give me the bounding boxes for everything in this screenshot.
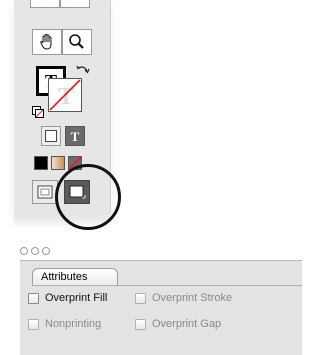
overprint-gap-label: Overprint Gap [152,318,222,330]
overprint-fill-label: Overprint Fill [45,292,108,304]
panel-body: Attributes Overprint Fill Overprint Stro… [20,260,302,355]
checkbox-box[interactable] [28,318,39,330]
checkbox-box[interactable] [28,292,39,304]
apply-gradient-button[interactable] [51,156,65,170]
direct-selection-tool[interactable] [30,0,60,8]
fill-stroke-widget[interactable]: T T [32,62,94,122]
overprint-gap-checkbox[interactable]: Overprint Gap [135,318,221,330]
stroke-box[interactable]: T [48,78,82,112]
container-icon [45,130,57,142]
preview-mode-icon [37,185,53,199]
text-format-icon: T [70,128,80,144]
minimize-window-icon[interactable] [31,247,39,255]
nonprinting-checkbox[interactable]: Nonprinting [28,318,101,330]
tools-palette: T T T [0,0,121,230]
highlight-circle [55,164,121,230]
apply-color-button[interactable] [34,156,48,170]
formatting-container-button[interactable] [41,126,61,146]
stroke-none-icon: T [49,79,81,111]
overprint-fill-checkbox[interactable]: Overprint Fill [28,292,107,304]
zoom-window-icon[interactable] [42,247,50,255]
close-window-icon[interactable] [20,247,28,255]
pen-tool[interactable] [60,0,90,8]
formatting-text-button[interactable]: T [65,126,85,146]
attributes-panel: Attributes Overprint Fill Overprint Stro… [20,244,302,355]
panel-titlebar[interactable] [20,244,302,260]
overprint-stroke-checkbox[interactable]: Overprint Stroke [135,292,232,304]
hand-tool[interactable] [32,29,62,55]
checkbox-box[interactable] [135,292,146,304]
selection-tool-icon [43,0,47,1]
swap-fill-stroke-icon[interactable] [76,64,90,78]
overprint-stroke-label: Overprint Stroke [152,292,233,304]
nonprinting-label: Nonprinting [45,318,102,330]
tab-attributes-label: Attributes [41,271,88,283]
preview-mode-button[interactable] [32,180,58,204]
checkbox-box[interactable] [135,318,146,330]
tab-divider [32,285,302,286]
tab-attributes[interactable]: Attributes [32,268,118,285]
default-fill-stroke-icon[interactable] [32,106,44,118]
magnifier-icon [69,34,84,49]
hand-icon [40,33,52,50]
zoom-tool[interactable] [62,29,92,55]
pen-icon [69,0,70,1]
